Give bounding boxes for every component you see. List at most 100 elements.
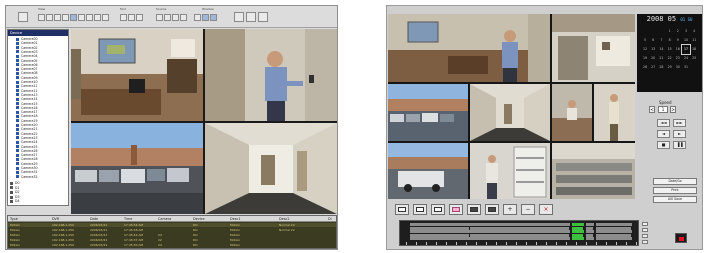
timeline-zoom-button-3[interactable]	[642, 234, 648, 238]
calendar-day[interactable]: 13	[649, 45, 657, 54]
layout-16-button[interactable]	[485, 204, 499, 215]
log-row[interactable]: Motion 192.168.1.250 2006/03/21 17:45:30 AM…	[8, 243, 336, 247]
calendar-day[interactable]: 12	[641, 45, 649, 54]
camera-view-parking[interactable]	[71, 123, 203, 214]
camera-view-kitchen[interactable]	[552, 14, 635, 82]
log-col-camera[interactable]: Camera	[158, 216, 171, 222]
layout-13-button[interactable]	[467, 204, 481, 215]
date-go-button[interactable]: Date/Go	[653, 178, 697, 185]
print-button[interactable]: Print	[653, 187, 697, 194]
camera-view-car[interactable]	[388, 143, 468, 199]
layout-4-button[interactable]	[413, 204, 427, 215]
toolbar-button-5[interactable]	[70, 14, 77, 21]
record-button[interactable]	[675, 233, 687, 243]
settings-icon[interactable]	[246, 12, 256, 22]
fast-rewind-button[interactable]: ◄◄	[657, 119, 670, 127]
toolbar-button-1[interactable]	[38, 14, 45, 21]
log-col-dvr[interactable]: DVR	[52, 216, 59, 222]
toolbar-button-6[interactable]	[78, 14, 85, 21]
timeline-zoom-button-4[interactable]	[642, 240, 648, 244]
log-row[interactable]: Motion 192.168.1.250 2006/03/21 17:45:54 AM…	[8, 223, 336, 228]
calendar-day[interactable]: 29	[666, 63, 674, 72]
calendar-day[interactable]: 16	[674, 45, 682, 54]
calendar-day[interactable]: 9	[674, 36, 682, 45]
calendar-day[interactable]: 30	[674, 63, 682, 72]
speed-increase-button[interactable]: >	[670, 106, 676, 113]
layout-1-button[interactable]	[395, 204, 409, 215]
pause-button[interactable]: ▐▐	[673, 141, 686, 149]
calendar-day[interactable]: 26	[641, 63, 649, 72]
toolbar-button-8[interactable]	[94, 14, 101, 21]
camera-view-lobby[interactable]	[594, 84, 635, 141]
calendar-day[interactable]: 23	[674, 54, 682, 63]
camera-icon[interactable]	[234, 12, 244, 22]
toolbar-button-16[interactable]	[180, 14, 187, 21]
calendar-day[interactable]: 7	[657, 36, 665, 45]
zoom-in-button[interactable]: +	[503, 204, 517, 215]
log-col-time[interactable]: Time	[124, 216, 132, 222]
calendar-day[interactable]: 18	[690, 45, 698, 54]
toolbar-button-17[interactable]	[194, 14, 201, 21]
tree-camera-item[interactable]: Camera32	[16, 175, 68, 179]
camera-view-hallway[interactable]	[205, 123, 337, 214]
speed-decrease-button[interactable]: <	[649, 106, 655, 113]
camera-view-large-office[interactable]	[388, 14, 550, 82]
camera-view-meeting[interactable]	[552, 84, 592, 141]
calendar-day[interactable]: 4	[690, 27, 698, 36]
calendar-day[interactable]: 21	[657, 54, 665, 63]
camera-view-hallway-1[interactable]	[470, 84, 550, 141]
camera-view-cubicles[interactable]	[552, 143, 635, 199]
calendar-day[interactable]: 3	[682, 27, 690, 36]
layout-6-button[interactable]	[431, 204, 445, 215]
toolbar-button-15[interactable]	[172, 14, 179, 21]
calendar-day[interactable]: 22	[666, 54, 674, 63]
toolbar-button-2[interactable]	[46, 14, 53, 21]
toolbar-button-10[interactable]	[120, 14, 127, 21]
tree-root-node[interactable]: Device	[8, 30, 68, 36]
calendar-day[interactable]: 19	[641, 54, 649, 63]
toolbar-button-3[interactable]	[54, 14, 61, 21]
calendar-day[interactable]: 27	[649, 63, 657, 72]
avi-save-button[interactable]: AVI Save	[653, 196, 697, 203]
log-col-device[interactable]: Device	[193, 216, 205, 222]
camera-view-parking-1[interactable]	[388, 84, 468, 141]
log-col-type[interactable]: Type	[10, 216, 18, 222]
calendar-day[interactable]: 1	[666, 27, 674, 36]
camera-view-warehouse[interactable]	[470, 143, 550, 199]
log-col-desc1[interactable]: Desc1	[230, 216, 241, 222]
calendar-day[interactable]: 25	[690, 54, 698, 63]
log-col-desc2[interactable]: Desc2	[279, 216, 290, 222]
zoom-out-button[interactable]: −	[521, 204, 535, 215]
camera-view-person[interactable]	[205, 29, 337, 121]
log-row[interactable]: Motion 192.168.1.250 2006/03/21 17:45:48 AM…	[8, 228, 336, 232]
toolbar-button-13[interactable]	[156, 14, 163, 21]
layout-9-button[interactable]	[449, 204, 463, 215]
calendar-day[interactable]: 24	[682, 54, 690, 63]
toolbar-button-11[interactable]	[128, 14, 135, 21]
play-button[interactable]: ►	[673, 130, 686, 138]
reverse-button[interactable]: ◄	[657, 130, 670, 138]
calendar-day[interactable]: 5	[641, 36, 649, 45]
toolbar-button-14[interactable]	[164, 14, 171, 21]
toolbar-button-12[interactable]	[136, 14, 143, 21]
calendar-day[interactable]: 11	[690, 36, 698, 45]
close-view-button[interactable]: ×	[539, 204, 553, 215]
log-row[interactable]: Motion 192.168.1.250 2006/03/21 17:45:37 AM…	[8, 238, 336, 242]
stop-button[interactable]: ■	[657, 141, 670, 149]
tools-icon[interactable]	[258, 12, 268, 22]
calendar-day[interactable]: 6	[649, 36, 657, 45]
toolbar-button-9[interactable]	[102, 14, 109, 21]
calendar-day[interactable]: 2	[674, 27, 682, 36]
toolbar-button-4[interactable]	[62, 14, 69, 21]
calendar-day[interactable]: 15	[666, 45, 674, 54]
calendar-day[interactable]: 14	[657, 45, 665, 54]
calendar-day[interactable]: 17	[681, 44, 691, 55]
toolbar-button-7[interactable]	[86, 14, 93, 21]
log-row[interactable]: Motion 192.168.1.250 2006/03/21 17:45:42 AM…	[8, 233, 336, 237]
log-col-date[interactable]: Date	[90, 216, 98, 222]
calendar-day[interactable]: 20	[649, 54, 657, 63]
camera-view-office[interactable]	[71, 29, 203, 121]
timeline-zoom-button-2[interactable]	[642, 228, 648, 232]
toolbar-button-19[interactable]	[210, 14, 217, 21]
recording-timeline[interactable]	[399, 220, 639, 246]
